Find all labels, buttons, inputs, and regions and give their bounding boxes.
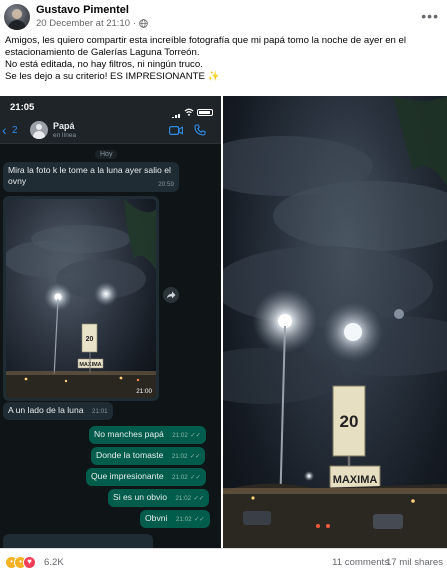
- outgoing-message[interactable]: Obvni 21:02 ✓✓: [140, 510, 210, 528]
- incoming-message[interactable]: A un lado de la luna 21:01: [3, 402, 113, 420]
- read-ticks-icon: ✓✓: [194, 516, 205, 523]
- contact-avatar[interactable]: [30, 121, 48, 139]
- video-call-icon[interactable]: [169, 126, 183, 135]
- post-caption: Amigos, les quiero compartir esta increí…: [5, 35, 443, 83]
- incoming-image-message[interactable]: 20 MAXIMA 21:00: [3, 196, 159, 401]
- read-ticks-icon: ✓✓: [190, 474, 201, 481]
- contact-status: en línea: [53, 132, 77, 139]
- day-chip: Hoy: [95, 150, 118, 159]
- wifi-icon: [184, 108, 194, 116]
- message-text: Mira la foto k le tome a la luna ayer sa…: [8, 165, 171, 186]
- phone-status-bar: 21:05: [0, 96, 221, 121]
- read-ticks-icon: ✓✓: [189, 453, 201, 460]
- battery-icon: [197, 108, 213, 116]
- chat-area: Hoy Mira la foto k le tome a la luna aye…: [0, 144, 221, 548]
- caption-line: Se les dejo a su criterio! ES IMPRESIONA…: [5, 71, 220, 82]
- message-time: 21:02: [175, 516, 192, 523]
- comments-count[interactable]: 11 comments: [332, 557, 389, 568]
- message-text: Obvni: [145, 513, 168, 523]
- outgoing-message[interactable]: No manches papá 21:02 ✓✓: [89, 426, 206, 444]
- post-timestamp[interactable]: 20 December at 21:10: [36, 18, 130, 29]
- more-horizontal-icon[interactable]: •••: [421, 8, 439, 24]
- message-time: 20:59: [158, 181, 174, 188]
- post-photo-moon-night-sky[interactable]: 20 MAXIMA: [223, 96, 447, 548]
- message-text: Si es un obvio: [113, 492, 167, 502]
- night-sky-photo: 20 MAXIMA: [6, 199, 156, 398]
- post-meta: 20 December at 21:10 ·: [36, 18, 149, 29]
- shares-count[interactable]: 17 mil shares: [386, 557, 443, 568]
- message-text: A un lado de la luna: [8, 405, 84, 415]
- outgoing-message[interactable]: Que impresionante 21:02 ✓✓: [86, 468, 206, 486]
- read-ticks-icon: ✓✓: [193, 495, 205, 502]
- status-time: 21:05: [10, 102, 35, 113]
- sign-number-small: 20: [86, 336, 94, 343]
- author-avatar[interactable]: [4, 4, 30, 30]
- message-text: Donde la tomaste: [96, 450, 164, 460]
- unread-count[interactable]: 2: [12, 125, 18, 136]
- post-reactions-bar: • • ♥ 6.2K 11 comments 17 mil shares: [0, 548, 447, 575]
- back-arrow-icon[interactable]: ‹: [2, 122, 7, 138]
- cut-off-message: [3, 534, 153, 548]
- reaction-count[interactable]: 6.2K: [44, 557, 64, 568]
- chat-header: ‹ 2 Papá en línea: [0, 118, 221, 144]
- read-ticks-icon: ✓✓: [190, 432, 201, 439]
- message-text: Que impresionante: [91, 471, 164, 481]
- message-time: 21:02: [172, 432, 188, 439]
- author-name[interactable]: Gustavo Pimentel: [36, 4, 129, 16]
- caption-line: estacionamiento de Galerías Laguna Torre…: [5, 47, 200, 58]
- meta-separator: ·: [133, 18, 137, 29]
- message-time: 21:01: [91, 408, 108, 415]
- outgoing-message[interactable]: Si es un obvio 21:02 ✓✓: [108, 489, 210, 507]
- contact-name[interactable]: Papá: [53, 121, 75, 131]
- message-time: 21:02: [172, 474, 188, 481]
- image-time: 21:00: [136, 388, 152, 395]
- post-header: Gustavo Pimentel 20 December at 21:10 · …: [0, 0, 447, 34]
- incoming-message[interactable]: Mira la foto k le tome a la luna ayer sa…: [3, 162, 179, 192]
- sign-brand-small: MAXIMA: [79, 362, 101, 368]
- sign-brand: MAXIMA: [333, 474, 378, 486]
- caption-line: No está editada, no hay filtros, ni ning…: [5, 59, 203, 70]
- post-photo-whatsapp-screenshot[interactable]: 21:05 ‹ 2 Papá en línea Hoy Mira la foto…: [0, 96, 221, 548]
- moon-photo-thumbnail[interactable]: 20 MAXIMA 21:00: [6, 199, 156, 398]
- globe-icon[interactable]: [139, 19, 149, 28]
- love-reaction-icon: ♥: [23, 556, 36, 569]
- voice-call-icon[interactable]: [194, 124, 206, 136]
- night-sky-photo: 20 MAXIMA: [223, 96, 447, 548]
- outgoing-message[interactable]: Donde la tomaste 21:02 ✓✓: [91, 447, 206, 465]
- caption-line: Amigos, les quiero compartir esta increí…: [5, 35, 407, 46]
- sign-number: 20: [340, 412, 359, 431]
- forward-icon[interactable]: [163, 287, 179, 303]
- reaction-icons[interactable]: • • ♥: [5, 556, 36, 569]
- message-time: 21:02: [171, 453, 188, 460]
- message-text: No manches papá: [94, 429, 164, 439]
- message-time: 21:02: [175, 495, 192, 502]
